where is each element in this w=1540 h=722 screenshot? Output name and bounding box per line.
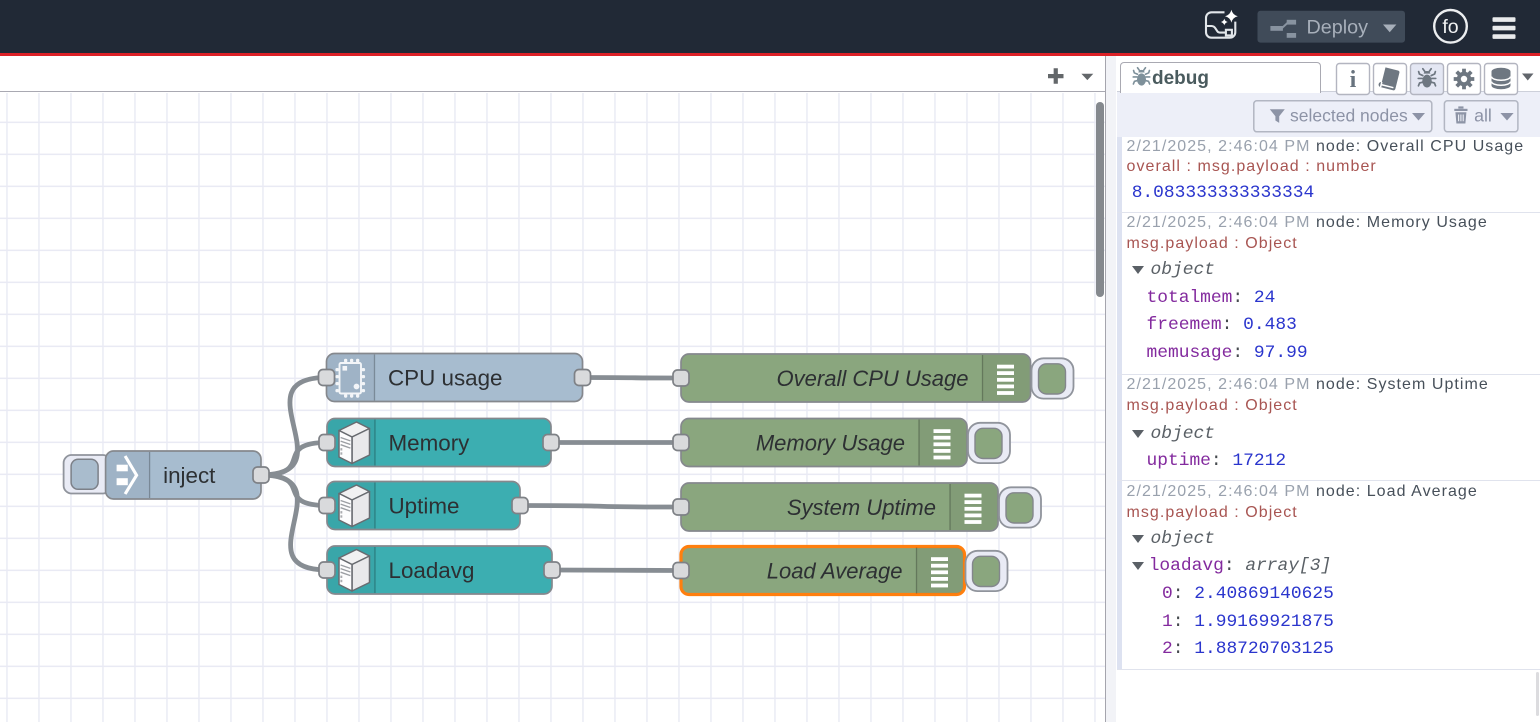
svg-text:Deploy: Deploy: [1307, 17, 1369, 39]
svg-text:selected nodes: selected nodes: [1290, 106, 1408, 126]
svg-text:inject: inject: [163, 463, 216, 488]
svg-text:CPU usage: CPU usage: [388, 365, 503, 390]
svg-text:System Uptime: System Uptime: [787, 495, 936, 520]
svg-text:Memory: Memory: [389, 430, 471, 455]
svg-text:Overall CPU Usage: Overall CPU Usage: [777, 366, 969, 391]
svg-text:all: all: [1474, 106, 1492, 126]
svg-text:i: i: [1350, 67, 1357, 93]
svg-text:Uptime: Uptime: [389, 493, 460, 518]
svg-text:Memory Usage: Memory Usage: [756, 430, 905, 455]
svg-text:Load Average: Load Average: [767, 558, 903, 583]
svg-text:Loadavg: Loadavg: [389, 558, 475, 583]
svg-text:fo: fo: [1442, 16, 1458, 38]
